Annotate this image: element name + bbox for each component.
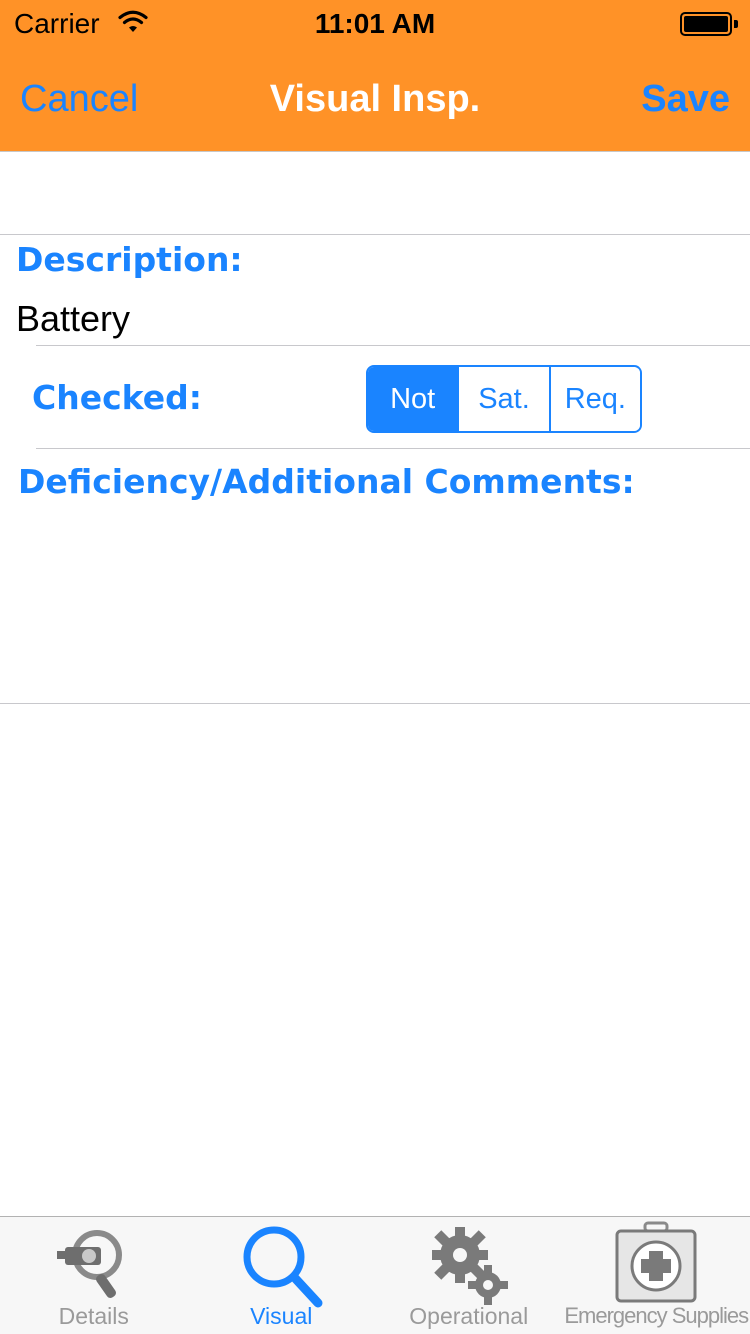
- tab-label: Operational: [409, 1303, 529, 1329]
- magnifier-icon: [243, 1226, 323, 1308]
- tab-bar: Details Visual Operational Emergency Sup…: [0, 1216, 750, 1334]
- tab-label: Details: [58, 1303, 129, 1329]
- checked-segmented-control[interactable]: Not Sat. Req.: [366, 365, 642, 433]
- save-button[interactable]: Save: [641, 78, 730, 121]
- comments-field[interactable]: [16, 510, 734, 696]
- cancel-button[interactable]: Cancel: [20, 78, 138, 121]
- tab-label: Emergency Supplies: [564, 1303, 749, 1328]
- details-inspection-icon: [56, 1230, 122, 1298]
- gears-icon: [431, 1227, 508, 1305]
- checked-option-not[interactable]: Not: [368, 367, 460, 431]
- checked-option-sat[interactable]: Sat.: [459, 367, 551, 431]
- status-time: 11:01 AM: [314, 8, 436, 39]
- comments-label: Deficiency/Additional Comments:: [18, 462, 635, 501]
- battery-icon: [680, 12, 738, 36]
- description-value: Battery: [16, 298, 131, 339]
- checked-option-req[interactable]: Req.: [550, 367, 640, 431]
- tab-details[interactable]: Details: [0, 1217, 188, 1334]
- tab-label: Visual: [250, 1303, 313, 1329]
- divider: [36, 345, 750, 346]
- checked-label: Checked:: [32, 378, 202, 417]
- first-aid-kit-icon: [615, 1221, 697, 1303]
- divider: [0, 234, 750, 235]
- navigation-bar: Carrier 11:01 AM Cancel Visual Insp. Sav…: [0, 0, 750, 152]
- divider: [0, 703, 750, 704]
- tab-visual[interactable]: Visual: [188, 1217, 376, 1334]
- status-bar: Carrier 11:01 AM: [0, 0, 750, 40]
- description-label: Description:: [16, 240, 243, 279]
- tab-emergency-supplies[interactable]: Emergency Supplies: [563, 1217, 750, 1334]
- divider: [36, 448, 750, 449]
- tab-operational[interactable]: Operational: [375, 1217, 563, 1334]
